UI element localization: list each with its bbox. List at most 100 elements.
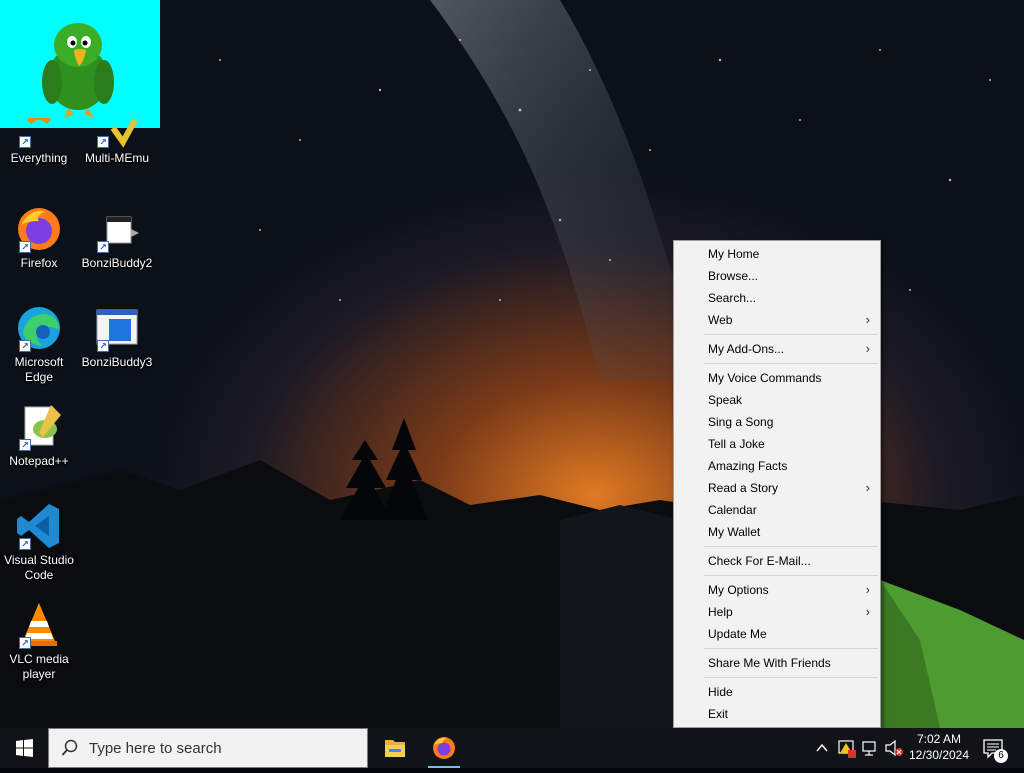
vscode-icon: ↗ bbox=[15, 502, 63, 550]
volume-muted-icon bbox=[885, 739, 903, 757]
desktop-icon-label: Multi-MEmu bbox=[84, 151, 149, 165]
show-hidden-icons-button[interactable] bbox=[812, 728, 832, 768]
menu-item-amazing-facts[interactable]: Amazing Facts bbox=[674, 455, 880, 477]
taskbar: Type here to search 7:02 AM 12/30/2024 bbox=[0, 728, 1024, 768]
taskbar-search-box[interactable]: Type here to search bbox=[48, 728, 368, 768]
tray-network-icon[interactable] bbox=[860, 728, 882, 768]
submenu-arrow-icon: › bbox=[865, 604, 870, 619]
menu-item-label: Update Me bbox=[708, 627, 767, 641]
search-icon bbox=[61, 739, 78, 756]
menu-separator bbox=[704, 677, 878, 678]
menu-item-share-me-with-friends[interactable]: Share Me With Friends bbox=[674, 652, 880, 674]
menu-item-my-options[interactable]: My Options › bbox=[674, 579, 880, 601]
menu-item-label: My Home bbox=[708, 247, 760, 261]
menu-item-label: Exit bbox=[708, 707, 729, 721]
security-warning-icon bbox=[838, 740, 856, 758]
windows-logo-icon bbox=[16, 739, 33, 757]
taskbar-file-explorer[interactable] bbox=[371, 728, 419, 768]
desktop-icon-label: Notepad++ bbox=[9, 454, 69, 468]
shortcut-arrow-icon: ↗ bbox=[19, 637, 31, 649]
menu-item-read-a-story[interactable]: Read a Story › bbox=[674, 477, 880, 499]
clock-date: 12/30/2024 bbox=[908, 748, 970, 762]
taskbar-clock[interactable]: 7:02 AM 12/30/2024 bbox=[903, 731, 975, 763]
shortcut-arrow-icon: ↗ bbox=[97, 241, 109, 253]
desktop-icon-label: VLC media player bbox=[9, 652, 69, 681]
menu-item-label: Web bbox=[708, 313, 733, 327]
desktop-icon-microsoft-edge[interactable]: ↗ Microsoft Edge bbox=[0, 304, 78, 385]
desktop-icon-label: Everything bbox=[10, 151, 68, 165]
menu-item-my-voice-commands[interactable]: My Voice Commands bbox=[674, 367, 880, 389]
tray-security-icon[interactable] bbox=[836, 728, 858, 768]
menu-item-speak[interactable]: Speak bbox=[674, 389, 880, 411]
vlc-icon: ↗ bbox=[15, 601, 63, 649]
desktop-icon-label: BonziBuddy3 bbox=[81, 355, 153, 369]
menu-item-label: My Voice Commands bbox=[708, 371, 822, 385]
multi-memu-icon: ↗ bbox=[93, 118, 141, 148]
desktop-icon-notepad-plus-plus[interactable]: ↗ Notepad++ bbox=[0, 403, 78, 469]
start-button[interactable] bbox=[0, 728, 48, 768]
menu-item-label: Check For E-Mail... bbox=[708, 554, 811, 568]
shortcut-arrow-icon: ↗ bbox=[97, 136, 109, 148]
menu-item-search[interactable]: Search... bbox=[674, 287, 880, 309]
search-placeholder: Type here to search bbox=[89, 740, 222, 757]
submenu-arrow-icon: › bbox=[865, 480, 870, 495]
menu-item-my-add-ons[interactable]: My Add-Ons... › bbox=[674, 338, 880, 360]
chevron-up-icon bbox=[816, 743, 828, 752]
submenu-arrow-icon: › bbox=[865, 582, 870, 597]
desktop-icon-label: BonziBuddy2 bbox=[81, 256, 153, 270]
menu-item-label: Browse... bbox=[708, 269, 759, 283]
desktop-icon-visual-studio-code[interactable]: ↗ Visual Studio Code bbox=[0, 502, 78, 583]
desktop-icon-vlc[interactable]: ↗ VLC media player bbox=[0, 601, 78, 682]
desktop-icon-bonzibuddy3[interactable]: ↗ BonziBuddy3 bbox=[78, 304, 156, 370]
menu-item-help[interactable]: Help › bbox=[674, 601, 880, 623]
desktop-icon-everything[interactable]: ↗ Everything bbox=[0, 114, 78, 166]
shortcut-arrow-icon: ↗ bbox=[19, 241, 31, 253]
menu-item-exit[interactable]: Exit bbox=[674, 703, 880, 725]
clock-time: 7:02 AM bbox=[916, 732, 962, 746]
desktop-icon-bonzibuddy2[interactable]: ↗ BonziBuddy2 bbox=[78, 205, 156, 271]
menu-separator bbox=[704, 648, 878, 649]
shortcut-arrow-icon: ↗ bbox=[19, 439, 31, 451]
menu-separator bbox=[704, 546, 878, 547]
menu-separator bbox=[704, 334, 878, 335]
menu-item-label: Search... bbox=[708, 291, 757, 305]
file-explorer-icon bbox=[385, 740, 405, 757]
menu-item-label: Speak bbox=[708, 393, 743, 407]
firefox-icon: ↗ bbox=[15, 205, 63, 253]
shortcut-arrow-icon: ↗ bbox=[19, 136, 31, 148]
notification-count-badge: 6 bbox=[994, 749, 1008, 763]
bonzibuddy2-icon: ↗ bbox=[93, 205, 141, 253]
tray-volume-icon[interactable] bbox=[884, 728, 904, 768]
menu-item-check-for-email[interactable]: Check For E-Mail... bbox=[674, 550, 880, 572]
submenu-arrow-icon: › bbox=[865, 312, 870, 327]
menu-item-label: Calendar bbox=[708, 503, 757, 517]
desktop-icon-label: Firefox bbox=[20, 256, 58, 270]
desktop-icon-firefox[interactable]: ↗ Firefox bbox=[0, 205, 78, 271]
network-icon bbox=[862, 741, 876, 756]
menu-item-label: My Add-Ons... bbox=[708, 342, 785, 356]
menu-item-label: Amazing Facts bbox=[708, 459, 788, 473]
menu-item-hide[interactable]: Hide bbox=[674, 681, 880, 703]
shortcut-arrow-icon: ↗ bbox=[19, 340, 31, 352]
bonzi-buddy-window[interactable] bbox=[0, 0, 160, 128]
taskbar-firefox[interactable] bbox=[420, 728, 468, 768]
menu-item-sing-a-song[interactable]: Sing a Song bbox=[674, 411, 880, 433]
shortcut-arrow-icon: ↗ bbox=[97, 340, 109, 352]
menu-item-browse[interactable]: Browse... bbox=[674, 265, 880, 287]
menu-item-update-me[interactable]: Update Me bbox=[674, 623, 880, 645]
menu-item-label: Sing a Song bbox=[708, 415, 774, 429]
menu-item-tell-a-joke[interactable]: Tell a Joke bbox=[674, 433, 880, 455]
desktop-icon-multi-memu[interactable]: ↗ Multi-MEmu bbox=[78, 118, 156, 166]
menu-separator bbox=[704, 363, 878, 364]
menu-item-label: Tell a Joke bbox=[708, 437, 765, 451]
menu-item-my-wallet[interactable]: My Wallet bbox=[674, 521, 880, 543]
menu-item-label: My Wallet bbox=[708, 525, 761, 539]
menu-item-label: Share Me With Friends bbox=[708, 656, 831, 670]
notepad-plus-plus-icon: ↗ bbox=[15, 403, 63, 451]
menu-item-calendar[interactable]: Calendar bbox=[674, 499, 880, 521]
menu-item-web[interactable]: Web › bbox=[674, 309, 880, 331]
bonzibuddy3-icon: ↗ bbox=[93, 304, 141, 352]
menu-separator bbox=[704, 575, 878, 576]
menu-item-my-home[interactable]: My Home bbox=[674, 243, 880, 265]
bonzi-parrot-icon[interactable] bbox=[0, 0, 160, 128]
